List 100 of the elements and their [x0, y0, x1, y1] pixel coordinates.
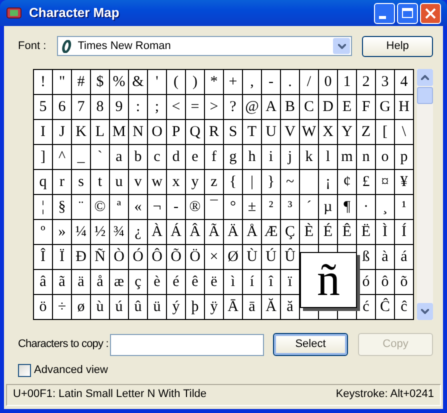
character-cell[interactable]: <: [167, 95, 186, 120]
character-cell[interactable]: F: [357, 95, 376, 120]
character-cell[interactable]: ù: [91, 295, 110, 320]
character-cell[interactable]: ¼: [72, 220, 91, 245]
character-cell[interactable]: Â: [186, 220, 205, 245]
character-cell[interactable]: E: [338, 95, 357, 120]
character-cell[interactable]: Ĉ: [376, 295, 395, 320]
character-cell[interactable]: b: [129, 145, 148, 170]
character-cell[interactable]: S: [224, 120, 243, 145]
character-cell[interactable]: þ: [186, 295, 205, 320]
character-cell[interactable]: ë: [205, 270, 224, 295]
advanced-view-checkbox[interactable]: [18, 364, 31, 377]
character-cell[interactable]: :: [129, 95, 148, 120]
character-cell[interactable]: Ö: [186, 245, 205, 270]
character-cell[interactable]: Ù: [243, 245, 262, 270]
character-cell[interactable]: %: [110, 70, 129, 95]
character-cell[interactable]: 9: [110, 95, 129, 120]
character-cell[interactable]: s: [72, 170, 91, 195]
character-cell[interactable]: Å: [243, 220, 262, 245]
character-cell[interactable]: ¬: [148, 195, 167, 220]
character-cell[interactable]: Ç: [281, 220, 300, 245]
character-cell[interactable]: ²: [262, 195, 281, 220]
copy-field[interactable]: [110, 334, 264, 356]
character-cell[interactable]: ½: [91, 220, 110, 245]
character-cell[interactable]: å: [91, 270, 110, 295]
character-cell[interactable]: P: [167, 120, 186, 145]
character-cell[interactable]: Ã: [205, 220, 224, 245]
character-cell[interactable]: }: [262, 170, 281, 195]
scroll-thumb[interactable]: [417, 87, 433, 104]
character-cell[interactable]: â: [34, 270, 53, 295]
character-cell[interactable]: Ê: [338, 220, 357, 245]
character-cell[interactable]: a: [110, 145, 129, 170]
character-cell[interactable]: Ā: [224, 295, 243, 320]
font-dropdown[interactable]: Times New Roman: [56, 36, 352, 56]
character-cell[interactable]: ì: [224, 270, 243, 295]
character-cell[interactable]: Î: [34, 245, 53, 270]
character-cell[interactable]: @: [243, 95, 262, 120]
character-cell[interactable]: ×: [205, 245, 224, 270]
character-cell[interactable]: 4: [395, 70, 414, 95]
character-cell[interactable]: M: [110, 120, 129, 145]
character-cell[interactable]: T: [243, 120, 262, 145]
character-cell[interactable]: Ø: [224, 245, 243, 270]
character-cell[interactable]: Ú: [262, 245, 281, 270]
character-cell[interactable]: k: [300, 145, 319, 170]
character-cell[interactable]: -: [167, 195, 186, 220]
character-cell[interactable]: !: [34, 70, 53, 95]
character-cell[interactable]: ö: [34, 295, 53, 320]
character-cell[interactable]: *: [205, 70, 224, 95]
character-cell[interactable]: $: [91, 70, 110, 95]
character-cell[interactable]: X: [319, 120, 338, 145]
character-cell[interactable]: O: [148, 120, 167, 145]
character-cell[interactable]: «: [129, 195, 148, 220]
character-cell[interactable]: ê: [186, 270, 205, 295]
character-cell[interactable]: »: [53, 220, 72, 245]
character-cell[interactable]: U: [262, 120, 281, 145]
character-cell[interactable]: 5: [34, 95, 53, 120]
character-cell[interactable]: ¡: [319, 170, 338, 195]
character-cell[interactable]: L: [91, 120, 110, 145]
character-cell[interactable]: .: [281, 70, 300, 95]
character-cell[interactable]: l: [319, 145, 338, 170]
character-cell[interactable]: ø: [72, 295, 91, 320]
character-cell[interactable]: m: [338, 145, 357, 170]
character-cell[interactable]: ]: [34, 145, 53, 170]
character-cell[interactable]: õ: [395, 270, 414, 295]
character-cell[interactable]: À: [148, 220, 167, 245]
character-cell[interactable]: ¹: [395, 195, 414, 220]
character-cell[interactable]: ÷: [53, 295, 72, 320]
character-cell[interactable]: û: [129, 295, 148, 320]
character-cell[interactable]: =: [186, 95, 205, 120]
character-cell[interactable]: w: [148, 170, 167, 195]
character-cell[interactable]: Ï: [53, 245, 72, 270]
character-cell[interactable]: Ă: [262, 295, 281, 320]
character-cell[interactable]: ä: [72, 270, 91, 295]
character-cell[interactable]: ¿: [129, 220, 148, 245]
minimize-button[interactable]: [374, 2, 395, 24]
character-cell[interactable]: Í: [395, 220, 414, 245]
close-button[interactable]: [420, 2, 441, 24]
character-cell[interactable]: Ì: [376, 220, 395, 245]
character-cell[interactable]: 3: [376, 70, 395, 95]
character-cell[interactable]: ;: [148, 95, 167, 120]
character-cell[interactable]: ü: [148, 295, 167, 320]
character-cell[interactable]: (: [167, 70, 186, 95]
character-cell[interactable]: Ô: [148, 245, 167, 270]
character-cell[interactable]: ~: [281, 170, 300, 195]
character-cell[interactable]: ¤: [376, 170, 395, 195]
character-cell[interactable]: ¦: [34, 195, 53, 220]
character-cell[interactable]: >: [205, 95, 224, 120]
character-cell[interactable]: z: [205, 170, 224, 195]
character-cell[interactable]: Ò: [110, 245, 129, 270]
character-cell[interactable]: ": [53, 70, 72, 95]
character-cell[interactable]: ): [186, 70, 205, 95]
scrollbar[interactable]: [417, 69, 433, 320]
character-cell[interactable]: Ë: [357, 220, 376, 245]
character-cell[interactable]: ·: [357, 195, 376, 220]
character-cell[interactable]: J: [53, 120, 72, 145]
character-cell[interactable]: 0: [319, 70, 338, 95]
character-cell[interactable]: C: [300, 95, 319, 120]
character-cell[interactable]: /: [300, 70, 319, 95]
character-cell[interactable]: Q: [186, 120, 205, 145]
character-cell[interactable]: ³: [281, 195, 300, 220]
